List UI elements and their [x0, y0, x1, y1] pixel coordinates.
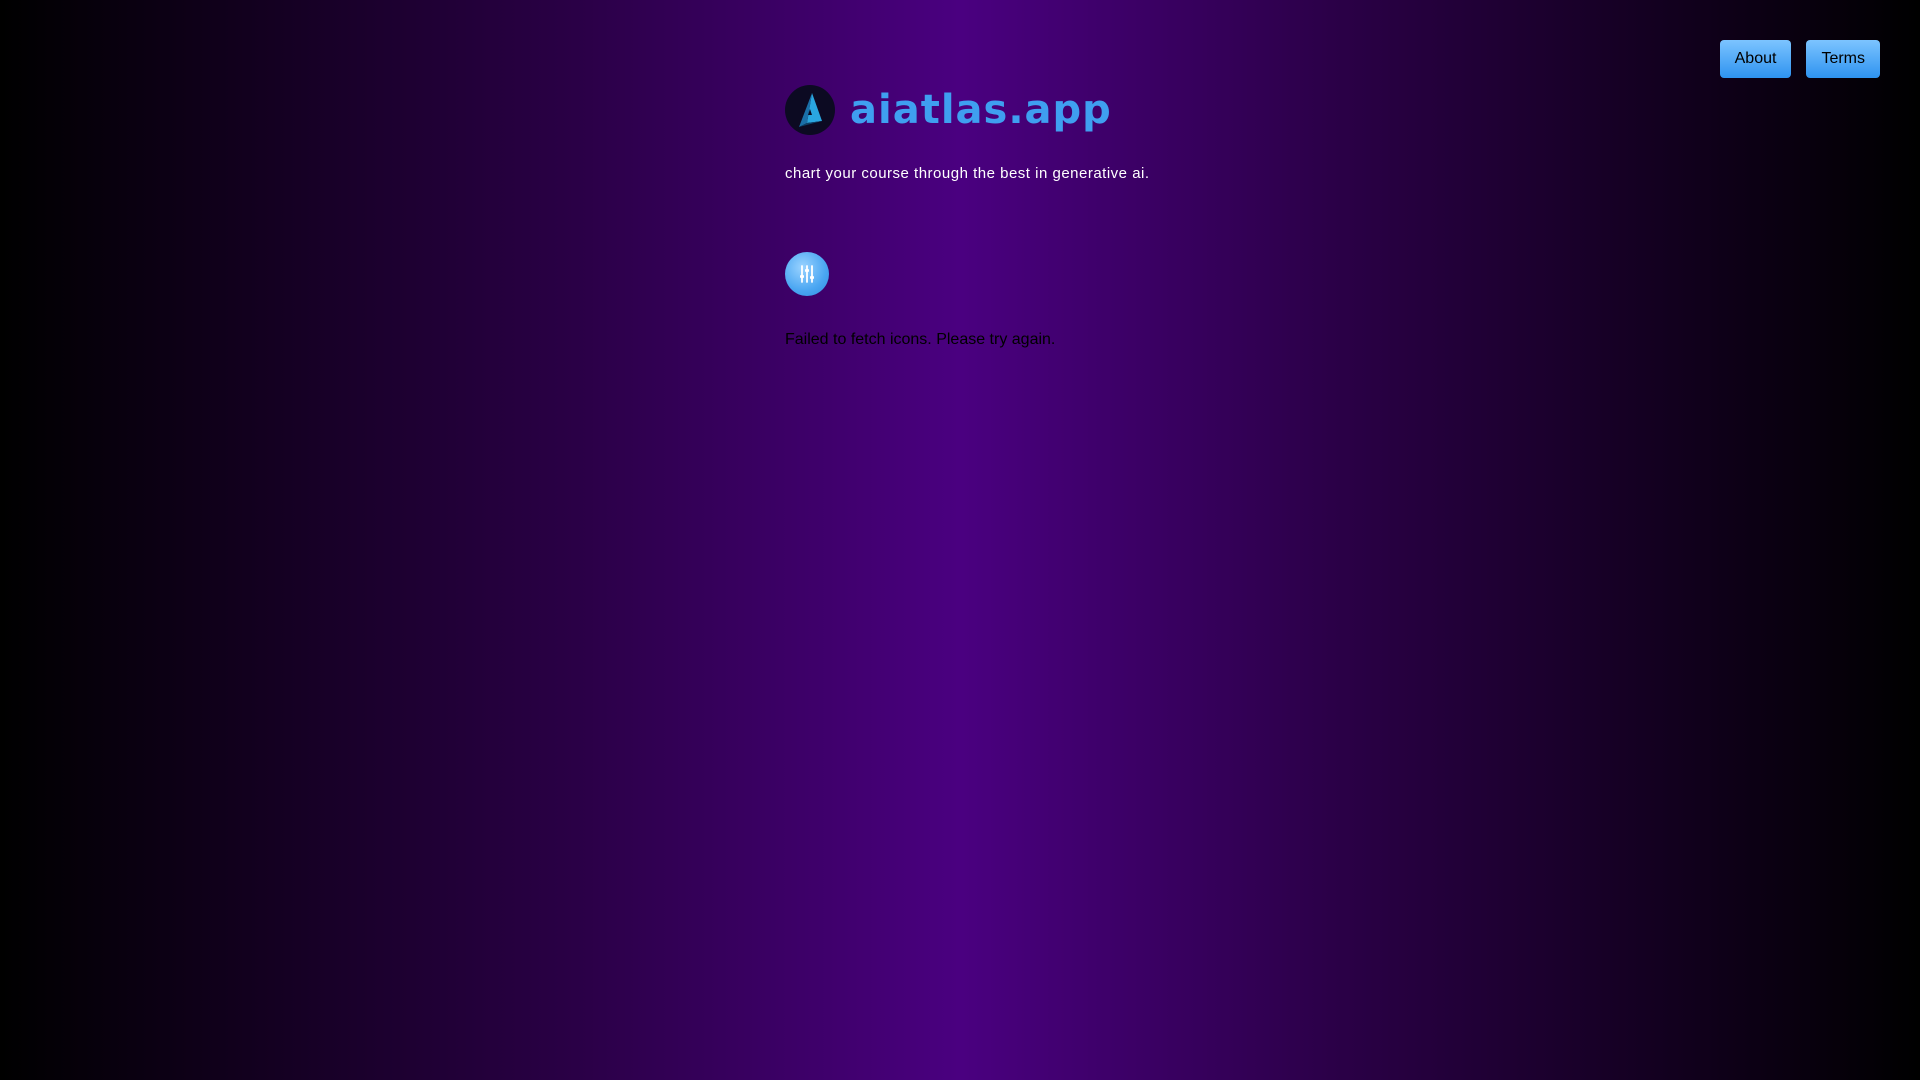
- brand-header: aiatlas.app: [785, 85, 1385, 135]
- about-button[interactable]: About: [1719, 40, 1792, 78]
- filter-button[interactable]: [785, 252, 829, 296]
- top-nav: About Terms: [1719, 40, 1880, 78]
- main-content: aiatlas.app chart your course through th…: [785, 85, 1385, 349]
- sliders-icon: [800, 265, 814, 283]
- site-title[interactable]: aiatlas.app: [850, 87, 1112, 133]
- error-message: Failed to fetch icons. Please try again.: [785, 331, 1056, 348]
- terms-button[interactable]: Terms: [1806, 40, 1880, 78]
- compass-arrow-icon: [785, 85, 835, 135]
- tagline: chart your course through the best in ge…: [785, 165, 1150, 182]
